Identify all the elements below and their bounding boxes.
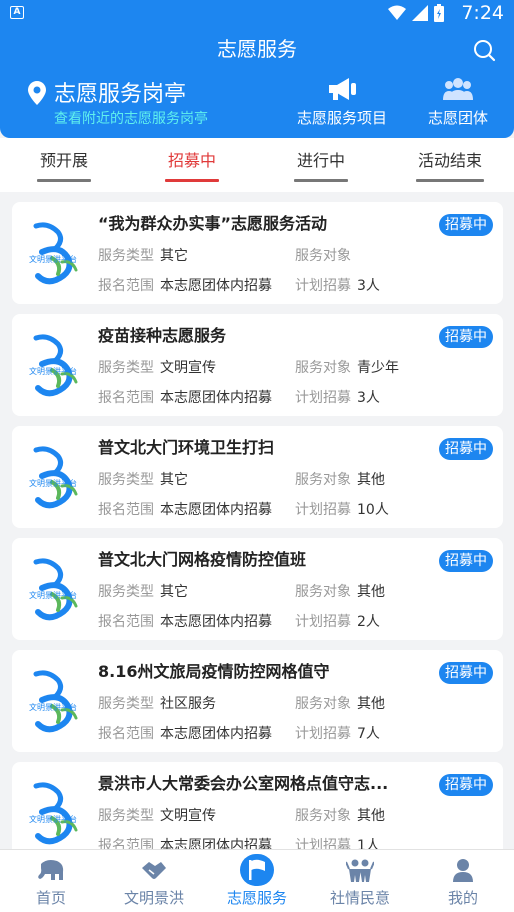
signup-scope-field: 报名范围 本志愿团体内招募 xyxy=(98,390,272,406)
platform-logo-icon: 文明景洪平台 xyxy=(29,782,78,845)
service-target-field: 服务对象 其他 xyxy=(295,472,385,488)
battery-icon xyxy=(434,4,444,22)
status-bar: A 7:24 xyxy=(0,0,514,26)
service-target-field: 服务对象 其他 xyxy=(295,584,385,600)
nav-civilized-jinghong[interactable]: 文明景洪 xyxy=(103,850,205,912)
bottom-navigation: 首页 文明景洪 志愿服务 社情民意 我的 xyxy=(0,849,514,912)
projects-label: 志愿服务项目 xyxy=(296,109,387,127)
planned-recruit-field: 计划招募 2人 xyxy=(295,614,380,630)
service-target-field: 服务对象 青少年 xyxy=(295,360,399,376)
svg-text:文明景洪平台: 文明景洪平台 xyxy=(29,814,77,824)
activity-title: 普文北大门环境卫生打扫 xyxy=(98,438,275,457)
service-type-field: 服务类型 其它 xyxy=(98,584,188,600)
signup-scope-field: 报名范围 本志愿团体内招募 xyxy=(98,278,272,294)
signup-scope-field: 报名范围 本志愿团体内招募 xyxy=(98,726,272,742)
svg-text:文明景洪平台: 文明景洪平台 xyxy=(29,590,77,600)
location-pin-icon[interactable] xyxy=(28,81,46,105)
volunteer-groups-button[interactable]: 志愿团体 xyxy=(418,76,498,128)
status-tabs: 预开展 招募中 进行中 活动结束 xyxy=(0,138,514,192)
wifi-icon xyxy=(388,5,406,20)
activity-title: “我为群众办实事”志愿服务活动 xyxy=(98,214,328,233)
signup-scope-field: 报名范围 本志愿团体内招募 xyxy=(98,502,272,518)
platform-logo-icon: 文明景洪平台 xyxy=(29,670,78,733)
service-target-field: 服务对象 其他 xyxy=(295,808,385,824)
nav-public-opinion[interactable]: 社情民意 xyxy=(309,850,411,912)
planned-recruit-field: 计划招募 7人 xyxy=(295,726,380,742)
signup-scope-field: 报名范围 本志愿团体内招募 xyxy=(98,614,272,630)
service-type-field: 服务类型 文明宣传 xyxy=(98,360,216,376)
page-title: 志愿服务 xyxy=(217,37,297,61)
flag-icon xyxy=(240,854,274,886)
svg-text:文明景洪平台: 文明景洪平台 xyxy=(29,702,77,712)
kiosk-subtitle[interactable]: 查看附近的志愿服务岗亭 xyxy=(54,110,208,128)
tab-in-progress[interactable]: 进行中 xyxy=(294,138,348,192)
status-badge: 招募中 xyxy=(439,774,493,796)
svg-text:文明景洪平台: 文明景洪平台 xyxy=(29,366,77,376)
clock: 7:24 xyxy=(461,2,504,24)
service-target-field: 服务对象 xyxy=(295,248,351,264)
group-icon xyxy=(443,78,473,100)
status-badge: 招募中 xyxy=(439,438,493,460)
activity-card[interactable]: 文明景洪平台 疫苗接种志愿服务 招募中 服务类型 文明宣传 服务对象 青少年 报名范… xyxy=(12,314,503,416)
activity-card[interactable]: 文明景洪平台 8.16州文旅局疫情防控网格值守 招募中 服务类型 社区服务 服务对… xyxy=(12,650,503,752)
platform-logo-icon: 文明景洪平台 xyxy=(29,334,78,397)
planned-recruit-field: 计划招募 3人 xyxy=(295,390,380,406)
tab-ended[interactable]: 活动结束 xyxy=(416,138,484,192)
svg-text:文明景洪平台: 文明景洪平台 xyxy=(29,254,77,264)
activity-title: 疫苗接种志愿服务 xyxy=(98,326,227,345)
platform-logo-icon: 文明景洪平台 xyxy=(29,222,78,285)
kiosk-title[interactable]: 志愿服务岗亭 xyxy=(54,81,186,109)
platform-logo-icon: 文明景洪平台 xyxy=(29,558,78,621)
activity-title: 8.16州文旅局疫情防控网格值守 xyxy=(98,662,330,681)
planned-recruit-field: 计划招募 3人 xyxy=(295,278,380,294)
status-badge: 招募中 xyxy=(439,662,493,684)
tab-pre-launch[interactable]: 预开展 xyxy=(37,138,91,192)
activity-title: 景洪市人大常委会办公室网格点值守志... xyxy=(98,774,389,793)
nav-profile[interactable]: 我的 xyxy=(412,850,514,912)
activity-title: 普文北大门网格疫情防控值班 xyxy=(98,550,307,569)
platform-logo-icon: 文明景洪平台 xyxy=(29,446,78,509)
status-badge: 招募中 xyxy=(439,326,493,348)
search-icon[interactable] xyxy=(472,38,496,62)
service-type-field: 服务类型 其它 xyxy=(98,248,188,264)
planned-recruit-field: 计划招募 10人 xyxy=(295,502,389,518)
nav-home[interactable]: 首页 xyxy=(0,850,102,912)
user-icon xyxy=(446,854,480,886)
svg-text:文明景洪平台: 文明景洪平台 xyxy=(29,478,77,488)
elephant-icon xyxy=(34,854,68,886)
activity-card[interactable]: 文明景洪平台 “我为群众办实事”志愿服务活动 招募中 服务类型 其它 服务对象 报… xyxy=(12,202,503,304)
service-target-field: 服务对象 其他 xyxy=(295,696,385,712)
volunteer-projects-button[interactable]: 志愿服务项目 xyxy=(296,76,388,128)
groups-label: 志愿团体 xyxy=(427,109,488,127)
tab-recruiting[interactable]: 招募中 xyxy=(165,138,219,192)
nav-volunteer-service[interactable]: 志愿服务 xyxy=(206,850,308,912)
app-notification-icon: A xyxy=(10,6,24,19)
service-type-field: 服务类型 社区服务 xyxy=(98,696,216,712)
status-icons xyxy=(388,4,444,22)
handshake-icon xyxy=(137,854,171,886)
activity-card[interactable]: 文明景洪平台 普文北大门网格疫情防控值班 招募中 服务类型 其它 服务对象 其他 报… xyxy=(12,538,503,640)
header: 志愿服务 志愿服务岗亭 查看附近的志愿服务岗亭 志愿服务项目 志愿团体 xyxy=(0,26,514,138)
signal-icon xyxy=(412,5,428,21)
status-badge: 招募中 xyxy=(439,214,493,236)
service-type-field: 服务类型 文明宣传 xyxy=(98,808,216,824)
activity-card[interactable]: 文明景洪平台 普文北大门环境卫生打扫 招募中 服务类型 其它 服务对象 其他 报名范… xyxy=(12,426,503,528)
megaphone-icon xyxy=(329,78,356,100)
people-icon xyxy=(343,854,377,886)
status-badge: 招募中 xyxy=(439,550,493,572)
service-type-field: 服务类型 其它 xyxy=(98,472,188,488)
